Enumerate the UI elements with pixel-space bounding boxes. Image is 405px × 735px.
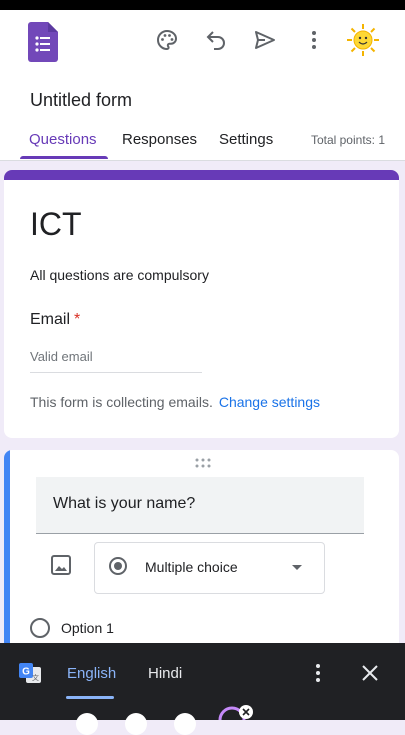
google-forms-logo-icon[interactable]: [28, 22, 58, 62]
form-description[interactable]: All questions are compulsory: [30, 267, 209, 283]
lang-english-tab[interactable]: English: [67, 665, 116, 682]
translate-bar: G 文 English Hindi: [0, 643, 405, 735]
email-label-text: Email: [30, 311, 71, 328]
peek-key: [76, 713, 98, 735]
collecting-emails-note: This form is collecting emails. Change se…: [30, 394, 320, 410]
svg-text:G: G: [22, 667, 30, 678]
lens-bubble-icon[interactable]: [216, 703, 256, 720]
form-header-card: ICT All questions are compulsory Email * …: [4, 170, 399, 438]
dropdown-arrow-icon: [292, 565, 302, 570]
option-radio[interactable]: [30, 618, 50, 638]
change-settings-link[interactable]: Change settings: [219, 394, 320, 410]
tab-questions[interactable]: Questions: [29, 131, 97, 148]
question-type-label: Multiple choice: [145, 559, 238, 575]
question-type-dropdown[interactable]: Multiple choice: [94, 542, 325, 594]
more-vert-icon[interactable]: [301, 27, 327, 53]
question-title-text: What is your name?: [53, 495, 196, 512]
svg-text:文: 文: [32, 673, 39, 682]
accent-stripe: [4, 170, 399, 180]
required-asterisk: *: [74, 311, 81, 328]
form-tabs: Questions Responses Settings Total point…: [0, 128, 405, 160]
peek-key: [174, 713, 196, 735]
option-1-label[interactable]: Option 1: [61, 620, 114, 636]
form-title[interactable]: ICT: [30, 206, 82, 243]
drag-handle-icon[interactable]: [194, 458, 212, 468]
tab-settings[interactable]: Settings: [219, 131, 273, 148]
add-image-icon[interactable]: [50, 554, 72, 576]
status-bar: [0, 0, 405, 10]
collecting-text: This form is collecting emails.: [30, 394, 213, 410]
question-title-input[interactable]: What is your name?: [36, 477, 364, 534]
header-divider: [0, 160, 405, 161]
peek-key: [125, 713, 147, 735]
email-question-label: Email *: [30, 311, 80, 329]
tab-responses[interactable]: Responses: [122, 131, 197, 148]
undo-icon[interactable]: [203, 27, 229, 53]
send-icon[interactable]: [252, 27, 278, 53]
email-field[interactable]: [30, 340, 202, 373]
app-header: Untitled form Questions Responses Settin…: [0, 10, 405, 160]
translate-more-icon[interactable]: [308, 661, 328, 685]
sun-avatar-icon: [347, 24, 379, 56]
palette-icon[interactable]: [154, 27, 180, 53]
avatar[interactable]: [346, 23, 380, 57]
google-translate-icon[interactable]: G 文: [18, 661, 42, 685]
form-doc-title[interactable]: Untitled form: [30, 90, 132, 111]
close-icon[interactable]: [360, 663, 380, 683]
active-question-bar: [4, 450, 10, 650]
total-points: Total points: 1: [310, 133, 385, 147]
active-tab-indicator: [20, 156, 108, 159]
lang-hindi-tab[interactable]: Hindi: [148, 665, 182, 682]
radio-button-icon: [109, 557, 127, 575]
question-card[interactable]: What is your name? Multiple choice Optio…: [4, 450, 399, 650]
active-lang-indicator: [66, 696, 114, 699]
